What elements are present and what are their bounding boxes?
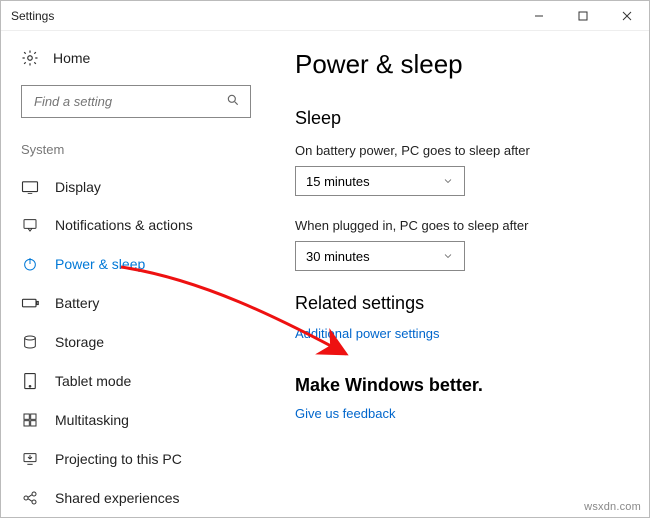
sidebar-item-power[interactable]: Power & sleep <box>17 245 251 284</box>
battery-sleep-dropdown[interactable]: 15 minutes <box>295 166 465 196</box>
plugged-sleep-value: 30 minutes <box>306 249 370 264</box>
sidebar-item-label: Display <box>55 179 101 195</box>
maximize-button[interactable] <box>561 1 605 31</box>
sidebar-item-label: Battery <box>55 295 99 311</box>
display-icon <box>21 180 39 194</box>
main-panel: Power & sleep Sleep On battery power, PC… <box>271 31 649 517</box>
sidebar-item-tablet[interactable]: Tablet mode <box>17 361 251 400</box>
sidebar-item-multitasking[interactable]: Multitasking <box>17 400 251 439</box>
battery-icon <box>21 297 39 309</box>
related-heading: Related settings <box>295 293 629 314</box>
gear-icon <box>21 49 39 67</box>
plugged-sleep-label: When plugged in, PC goes to sleep after <box>295 218 629 233</box>
watermark: wsxdn.com <box>584 501 641 513</box>
search-icon <box>226 93 240 110</box>
sidebar-item-label: Notifications & actions <box>55 217 193 233</box>
sidebar: Home System Display Notifications & acti… <box>1 31 271 517</box>
minimize-button[interactable] <box>517 1 561 31</box>
plugged-sleep-dropdown[interactable]: 30 minutes <box>295 241 465 271</box>
window-buttons <box>517 1 649 31</box>
search-input[interactable] <box>21 85 251 118</box>
sleep-heading: Sleep <box>295 108 629 129</box>
sidebar-item-label: Storage <box>55 334 104 350</box>
search-field[interactable] <box>32 93 226 110</box>
chevron-down-icon <box>440 250 456 262</box>
projecting-icon <box>21 451 39 467</box>
storage-icon <box>21 334 39 350</box>
battery-sleep-label: On battery power, PC goes to sleep after <box>295 143 629 158</box>
sidebar-item-projecting[interactable]: Projecting to this PC <box>17 439 251 478</box>
sidebar-item-label: Power & sleep <box>55 256 145 272</box>
feedback-link[interactable]: Give us feedback <box>295 406 629 421</box>
sidebar-item-battery[interactable]: Battery <box>17 284 251 323</box>
sidebar-item-label: Projecting to this PC <box>55 451 182 467</box>
sidebar-item-label: Shared experiences <box>55 490 180 506</box>
notifications-icon <box>21 217 39 233</box>
page-title: Power & sleep <box>295 49 629 80</box>
tablet-icon <box>21 372 39 390</box>
sidebar-item-display[interactable]: Display <box>17 167 251 206</box>
home-label: Home <box>53 50 90 66</box>
sidebar-item-label: Tablet mode <box>55 373 131 389</box>
title-bar: Settings <box>1 1 649 31</box>
additional-power-settings-link[interactable]: Additional power settings <box>295 326 629 341</box>
sidebar-item-shared[interactable]: Shared experiences <box>17 478 251 517</box>
sidebar-item-notifications[interactable]: Notifications & actions <box>17 206 251 245</box>
feedback-heading: Make Windows better. <box>295 375 629 396</box>
close-button[interactable] <box>605 1 649 31</box>
power-icon <box>21 256 39 272</box>
shared-icon <box>21 490 39 506</box>
home-button[interactable]: Home <box>21 45 251 85</box>
category-label: System <box>21 142 251 157</box>
chevron-down-icon <box>440 175 456 187</box>
sidebar-item-label: Multitasking <box>55 412 129 428</box>
multitasking-icon <box>21 412 39 428</box>
battery-sleep-value: 15 minutes <box>306 174 370 189</box>
sidebar-item-storage[interactable]: Storage <box>17 323 251 362</box>
window-title: Settings <box>11 9 54 23</box>
